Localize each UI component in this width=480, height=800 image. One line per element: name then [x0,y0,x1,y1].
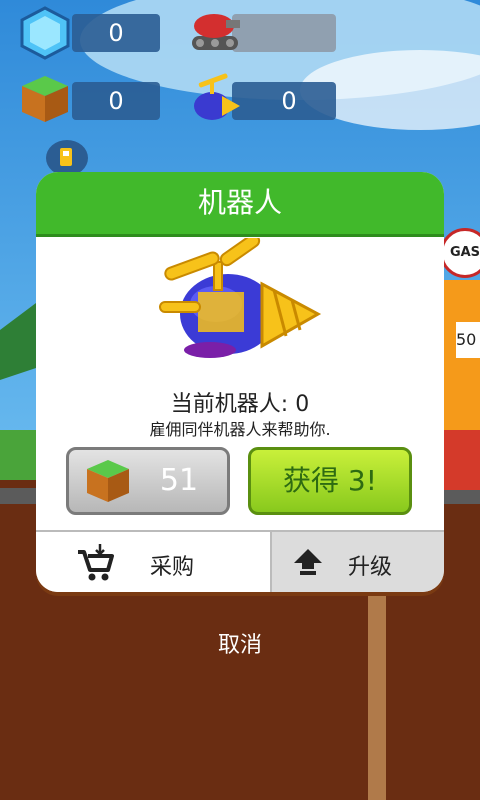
price-button[interactable]: 51 [66,447,230,515]
grass-block-icon [87,460,129,502]
blocks-count: 0 [108,87,124,115]
price-value: 51 [159,463,199,498]
price-sign: 50 [456,322,480,358]
gas-pump-icon [60,148,72,166]
tab-purchase-label: 采购 [150,555,195,580]
tab-purchase[interactable]: 采购 [36,530,272,592]
gas-pump-bubble[interactable] [46,140,88,176]
gem-icon [20,6,70,60]
robots-count: 0 [281,87,297,115]
cart-icon [78,544,114,581]
get-button-label: 获得 3! [283,464,377,497]
tab-upgrade[interactable]: 升级 [272,530,444,592]
drill-robot-icon [194,73,240,120]
tank-robot-icon [192,14,240,50]
tank-counter-box [232,14,336,52]
dialog-title: 机器人 [197,186,282,219]
grass-block-icon [22,76,68,122]
current-robot-count: 当前机器人: 0 [170,392,310,417]
robot-dialog: 机器人 [36,172,444,592]
tab-upgrade-label: 升级 [348,555,393,580]
drill-robot-image [159,238,322,358]
get-button[interactable]: 获得 3! [248,447,412,515]
gems-count: 0 [108,19,124,47]
cancel-button[interactable]: 取消 [190,626,290,666]
dialog-description: 雇佣同伴机器人来帮助你. [149,420,331,439]
upgrade-arrow-icon [294,549,322,575]
